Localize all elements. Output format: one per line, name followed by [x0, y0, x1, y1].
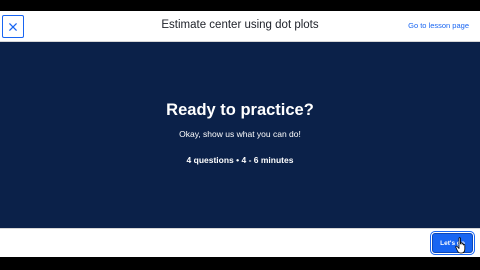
go-to-lesson-link[interactable]: Go to lesson page: [408, 21, 469, 30]
ready-heading: Ready to practice?: [166, 101, 314, 119]
letterbox-bottom: [0, 257, 480, 270]
header-bar: Estimate center using dot plots Go to le…: [0, 11, 480, 42]
footer-bar: Let's go: [0, 228, 480, 257]
close-icon: [9, 22, 17, 31]
practice-meta: 4 questions • 4 - 6 minutes: [186, 155, 294, 165]
letterbox-top: [0, 0, 480, 11]
hand-pointer-icon: [455, 237, 468, 254]
practice-intro-panel: Ready to practice? Okay, show us what yo…: [0, 42, 480, 228]
encouragement-text: Okay, show us what you can do!: [179, 129, 301, 139]
close-button[interactable]: [2, 15, 24, 38]
page-title: Estimate center using dot plots: [161, 19, 319, 31]
